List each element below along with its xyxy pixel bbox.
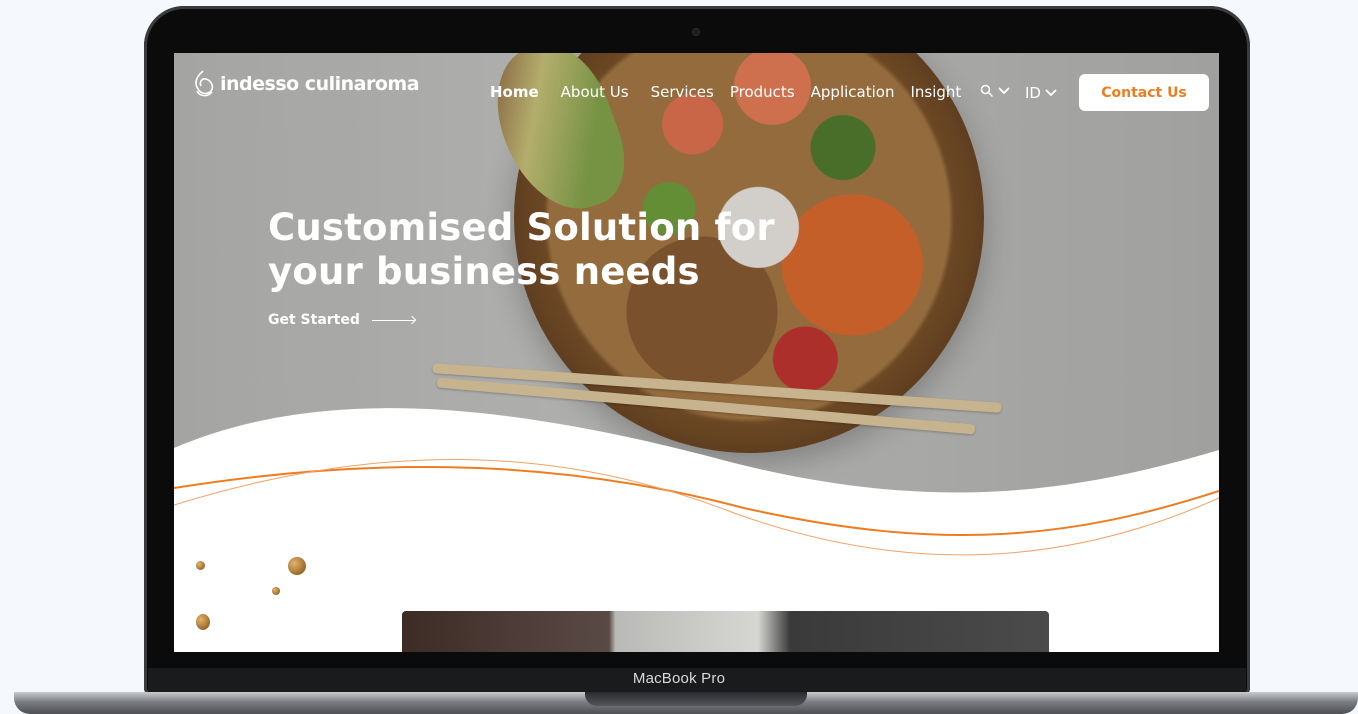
website-screen: indesso culinaroma Home About Us Service… xyxy=(174,53,1219,652)
culinaroma-logo-icon xyxy=(195,70,214,97)
hero-headline: Customised Solution for your business ne… xyxy=(268,206,775,294)
language-code: ID xyxy=(1025,84,1041,102)
chevron-down-icon xyxy=(1045,89,1057,97)
main-menu: Home About Us Services Products Applicat… xyxy=(490,83,983,101)
nav-products[interactable]: Products xyxy=(730,83,795,101)
device-label: MacBook Pro xyxy=(632,670,726,687)
hero-headline-line: your business needs xyxy=(268,250,700,293)
kitchen-preview-image xyxy=(402,611,1049,652)
get-started-label: Get Started xyxy=(268,312,360,328)
nav-insight[interactable]: Insight xyxy=(910,83,961,101)
nav-about-us[interactable]: About Us xyxy=(561,83,629,101)
get-started-link[interactable]: Get Started xyxy=(268,312,414,328)
arrow-right-icon xyxy=(371,319,414,321)
brand-logo[interactable]: indesso culinaroma xyxy=(192,69,420,99)
hero-headline-line: Customised Solution for xyxy=(268,206,775,249)
nav-services[interactable]: Services xyxy=(651,83,714,101)
laptop-opening-notch xyxy=(585,692,807,706)
chevron-down-icon xyxy=(998,87,1010,95)
coriander-seed-decoration xyxy=(196,614,210,630)
brand-name: indesso culinaroma xyxy=(220,73,420,95)
webcam xyxy=(692,28,700,36)
coriander-seed-decoration xyxy=(272,587,280,595)
search-toggle[interactable] xyxy=(980,84,1010,98)
top-navigation: indesso culinaroma Home About Us Service… xyxy=(174,53,1219,133)
coriander-seed-decoration xyxy=(196,561,205,570)
nav-home[interactable]: Home xyxy=(490,83,539,101)
nav-application[interactable]: Application xyxy=(811,83,895,101)
language-selector[interactable]: ID xyxy=(1025,84,1057,102)
coriander-seed-decoration xyxy=(288,557,306,575)
search-icon xyxy=(980,84,994,98)
contact-us-button[interactable]: Contact Us xyxy=(1079,74,1209,111)
